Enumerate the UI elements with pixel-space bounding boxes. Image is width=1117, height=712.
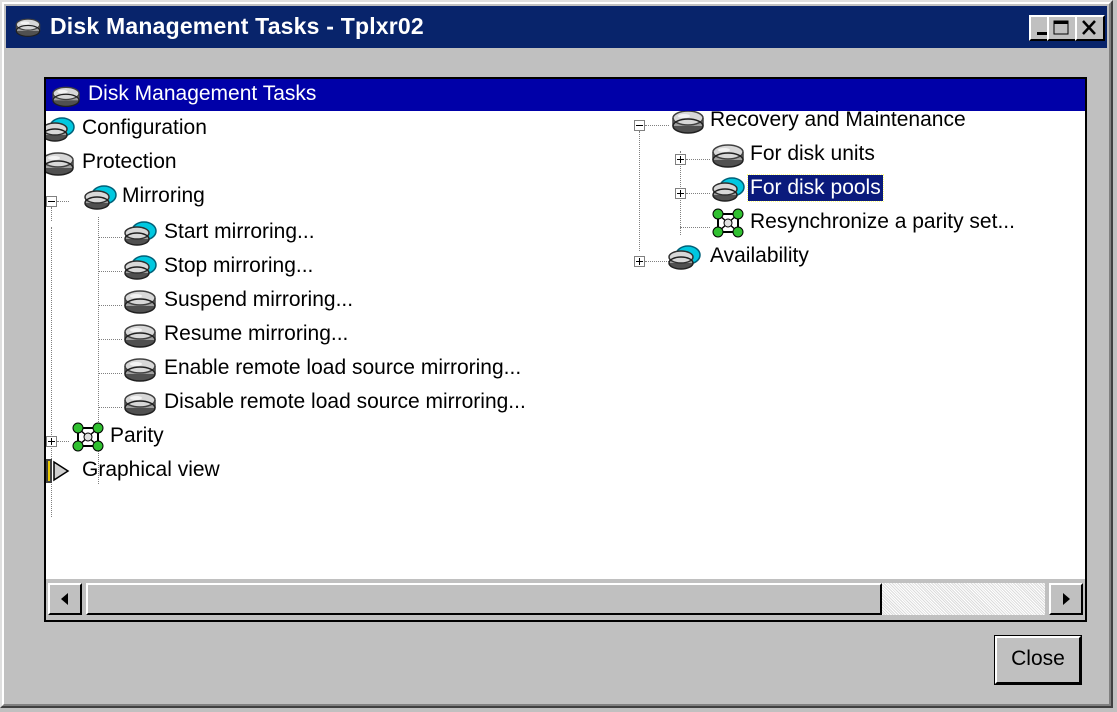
scrollbar-thumb[interactable] xyxy=(86,583,882,615)
expand-icon[interactable] xyxy=(634,256,645,267)
title-bar[interactable]: Disk Management Tasks - Tplxr02 xyxy=(6,6,1107,48)
close-window-button[interactable] xyxy=(1075,15,1105,41)
disk-gray-icon xyxy=(122,354,158,384)
tree-item-for-disk-units[interactable]: For disk units xyxy=(710,139,1070,169)
tree-item-configuration[interactable]: Configuration xyxy=(46,113,346,143)
disk-icon xyxy=(48,83,84,109)
disk-icon xyxy=(14,14,42,40)
tree-item-protection[interactable]: Protection xyxy=(46,147,346,177)
disk-gray-icon xyxy=(670,111,706,136)
tree-connector xyxy=(639,131,641,251)
tree-connector xyxy=(98,373,122,375)
tree-item-recovery-maintenance[interactable]: Recovery and Maintenance xyxy=(670,111,1070,135)
disk-gray-icon xyxy=(710,140,746,170)
scroll-left-button[interactable] xyxy=(48,583,82,615)
disk-cyan-icon xyxy=(122,252,158,282)
arrow-left-icon xyxy=(61,593,68,605)
tree-item-label: Parity xyxy=(110,424,164,447)
tree-item-label: Start mirroring... xyxy=(164,220,315,243)
expand-icon[interactable] xyxy=(675,188,686,199)
disk-cyan-icon xyxy=(710,174,746,204)
tree-connector xyxy=(57,201,69,203)
tree-connector xyxy=(98,305,122,307)
tree-item-start-mirroring[interactable]: Start mirroring... xyxy=(122,217,622,247)
parity-icon xyxy=(710,208,746,238)
tree-item-enable-remote-load-source[interactable]: Enable remote load source mirroring... xyxy=(122,353,622,383)
tree-item-mirroring[interactable]: Mirroring xyxy=(70,181,370,211)
tree-item-resume-mirroring[interactable]: Resume mirroring... xyxy=(122,319,622,349)
disk-gray-icon xyxy=(46,148,76,178)
tree-item-parity[interactable]: Parity xyxy=(70,421,370,451)
tree-connector xyxy=(98,271,122,273)
tree-connector xyxy=(686,193,710,195)
tree-item-disable-remote-load-source[interactable]: Disable remote load source mirroring... xyxy=(122,387,632,417)
graphical-view-icon xyxy=(46,459,70,483)
expand-icon[interactable] xyxy=(675,154,686,165)
tree-item-label: Protection xyxy=(82,150,177,173)
tree-connector xyxy=(98,237,122,239)
tree-item-label: Stop mirroring... xyxy=(164,254,314,277)
collapse-icon[interactable] xyxy=(46,196,57,207)
tree-item-label: Disable remote load source mirroring... xyxy=(164,390,526,413)
tree-item-label: Suspend mirroring... xyxy=(164,288,354,311)
tree-item-label: Configuration xyxy=(82,116,207,139)
tree-item-label-selected: For disk pools xyxy=(747,174,884,202)
window-title: Disk Management Tasks - Tplxr02 xyxy=(50,13,424,39)
maximize-icon xyxy=(1053,20,1069,35)
tree-item-for-disk-pools[interactable]: For disk pools xyxy=(710,173,1070,203)
tasks-panel: Disk Management Tasks Configuration Prot… xyxy=(44,77,1087,622)
disk-cyan-icon xyxy=(82,182,118,212)
tree-item-label: Availability xyxy=(710,244,809,267)
parity-icon xyxy=(70,422,106,452)
tree-connector xyxy=(645,125,669,127)
close-icon xyxy=(1082,20,1096,35)
tree-connector xyxy=(686,159,710,161)
tree-item-label: Resume mirroring... xyxy=(164,322,349,345)
tree-item-label: Graphical view xyxy=(82,458,220,481)
tree-connector xyxy=(680,227,710,229)
tree-item-label: Resynchronize a parity set... xyxy=(750,210,1015,233)
task-tree: Configuration Protection Mirroring Start… xyxy=(46,111,1085,580)
disk-cyan-icon xyxy=(666,242,702,272)
tree-item-suspend-mirroring[interactable]: Suspend mirroring... xyxy=(122,285,622,315)
tree-item-label: Enable remote load source mirroring... xyxy=(164,356,522,379)
tree-connector xyxy=(57,441,69,443)
dialog-window: Disk Management Tasks - Tplxr02 Disk Man… xyxy=(0,0,1113,708)
disk-gray-icon xyxy=(122,320,158,350)
collapse-icon[interactable] xyxy=(634,120,645,131)
disk-gray-icon xyxy=(122,286,158,316)
disk-cyan-icon xyxy=(46,114,76,144)
disk-gray-icon xyxy=(122,388,158,418)
panel-header: Disk Management Tasks xyxy=(46,79,1085,111)
tree-item-graphical-view[interactable]: Graphical view xyxy=(46,455,346,485)
tree-connector xyxy=(98,407,122,409)
tree-item-availability[interactable]: Availability xyxy=(666,241,966,271)
tree-item-label: For disk units xyxy=(750,142,875,165)
tree-item-resynchronize-parity-set[interactable]: Resynchronize a parity set... xyxy=(710,207,1080,237)
close-button[interactable]: Close xyxy=(994,635,1082,685)
expand-icon[interactable] xyxy=(46,436,57,447)
tree-item-label: Mirroring xyxy=(122,184,205,207)
tree-connector xyxy=(98,339,122,341)
tree-item-stop-mirroring[interactable]: Stop mirroring... xyxy=(122,251,622,281)
maximize-button[interactable] xyxy=(1047,15,1077,41)
panel-title: Disk Management Tasks xyxy=(88,82,317,105)
arrow-right-icon xyxy=(1063,593,1070,605)
disk-cyan-icon xyxy=(122,218,158,248)
scroll-right-button[interactable] xyxy=(1049,583,1083,615)
tree-connector xyxy=(51,207,53,221)
tree-item-label: Recovery and Maintenance xyxy=(710,111,966,131)
horizontal-scrollbar[interactable] xyxy=(46,579,1085,620)
